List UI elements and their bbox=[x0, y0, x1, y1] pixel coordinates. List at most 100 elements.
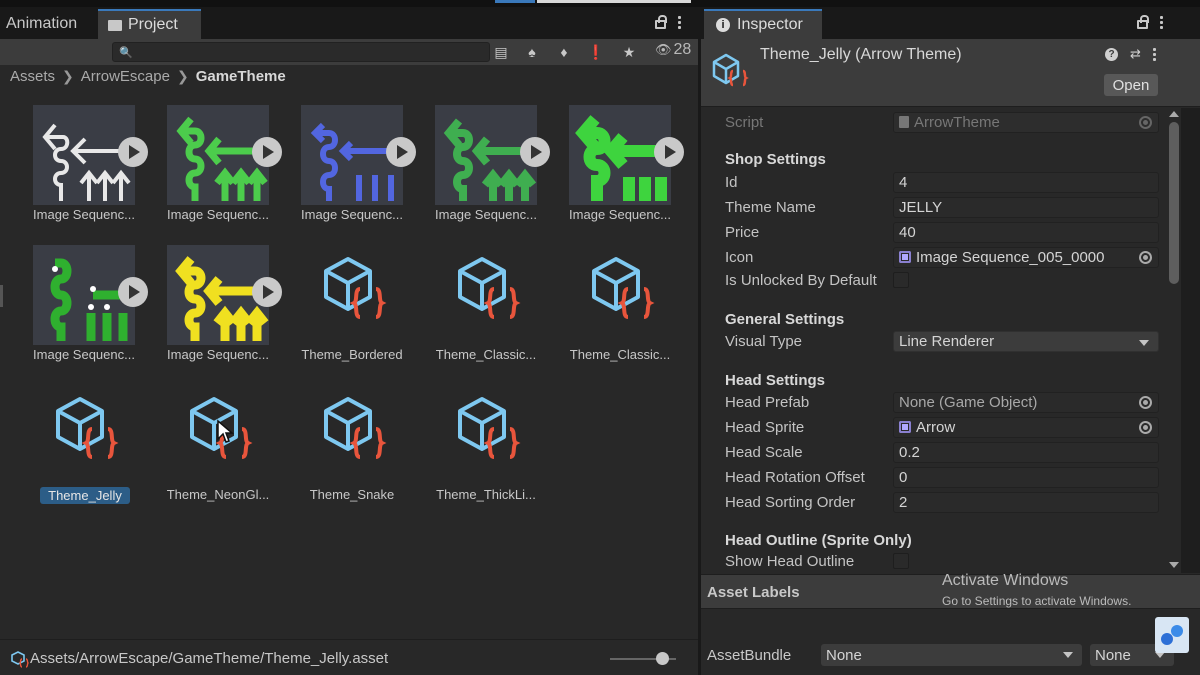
head-rotation-field[interactable]: 0 bbox=[893, 466, 1159, 488]
asset-item[interactable]: Theme_Jelly bbox=[0, 377, 134, 504]
id-label: Id bbox=[725, 173, 738, 191]
show-outline-label: Show Head Outline bbox=[725, 552, 855, 570]
asset-item[interactable]: Theme_NeonGl... bbox=[134, 377, 269, 502]
unlocked-checkbox[interactable] bbox=[893, 272, 909, 288]
asset-bundle-variant-value: None bbox=[1095, 646, 1131, 664]
eye-icon: 👁 bbox=[655, 42, 672, 57]
asset-grid: Image Sequenc... Image Sequenc... Image … bbox=[0, 97, 698, 637]
asset-item[interactable]: Theme_Bordered bbox=[268, 237, 403, 362]
breadcrumb-gametheme[interactable]: GameTheme bbox=[196, 68, 286, 85]
head-sprite-value: Arrow bbox=[916, 418, 956, 436]
inspector-properties: Script ArrowTheme Shop Settings Id 4 The… bbox=[701, 108, 1167, 573]
favorite-icon[interactable]: ★ bbox=[616, 42, 642, 62]
head-sprite-field[interactable]: Arrow bbox=[893, 416, 1159, 438]
asset-bundle-dropdown[interactable]: None bbox=[821, 644, 1082, 666]
head-scale-label: Head Scale bbox=[725, 443, 803, 461]
asset-item[interactable]: Image Sequenc... bbox=[134, 97, 282, 222]
zoom-slider[interactable] bbox=[610, 652, 676, 665]
visual-type-dropdown[interactable]: Line Renderer bbox=[893, 330, 1159, 352]
sprite-icon bbox=[899, 421, 911, 433]
icon-value: Image Sequence_005_0000 bbox=[916, 248, 1105, 266]
breadcrumb: Assets ❯ ArrowEscape ❯ GameTheme bbox=[10, 68, 286, 85]
visible-count[interactable]: 👁 28 bbox=[655, 41, 691, 59]
theme-name-field[interactable]: JELLY bbox=[893, 196, 1159, 218]
chevron-right-icon: ❯ bbox=[62, 68, 74, 84]
id-row: Id 4 bbox=[725, 171, 1165, 193]
asset-item[interactable]: Image Sequenc... bbox=[134, 237, 282, 362]
open-button[interactable]: Open bbox=[1104, 74, 1158, 96]
object-picker-icon[interactable] bbox=[1139, 395, 1152, 409]
head-sprite-label: Head Sprite bbox=[725, 418, 805, 436]
more-options-icon[interactable] bbox=[1152, 47, 1156, 61]
presets-icon[interactable]: ⇄ bbox=[1130, 46, 1141, 62]
left-edge-handle bbox=[0, 285, 3, 307]
asset-item[interactable]: Image Sequenc... bbox=[0, 237, 148, 362]
tab-inspector-label: Inspector bbox=[737, 16, 803, 33]
asset-labels-title: Asset Labels bbox=[707, 584, 800, 601]
tab-project[interactable]: Project bbox=[98, 9, 201, 39]
visible-count-value: 28 bbox=[673, 41, 692, 58]
script-label: Script bbox=[725, 113, 764, 131]
asset-label: Theme_ThickLi... bbox=[436, 487, 536, 502]
play-icon[interactable] bbox=[654, 137, 684, 167]
object-picker-icon[interactable] bbox=[1139, 420, 1152, 434]
head-prefab-field[interactable]: None (Game Object) bbox=[893, 391, 1159, 413]
more-options-icon[interactable] bbox=[1160, 15, 1163, 29]
tab-animation-label: Animation bbox=[6, 15, 78, 32]
app-badge-icon bbox=[1155, 617, 1189, 653]
icon-field[interactable]: Image Sequence_005_0000 bbox=[893, 246, 1159, 268]
asset-item[interactable]: Image Sequenc... bbox=[536, 97, 684, 222]
search-input[interactable]: 🔍 bbox=[112, 42, 490, 62]
unlocked-label: Is Unlocked By Default bbox=[725, 271, 877, 289]
filter-by-type-icon[interactable]: ♠ bbox=[519, 42, 545, 62]
toolbar-accent bbox=[495, 0, 535, 3]
head-prefab-label: Head Prefab bbox=[725, 393, 810, 411]
asset-item[interactable]: Image Sequenc... bbox=[0, 97, 148, 222]
more-options-icon[interactable] bbox=[678, 15, 681, 29]
price-label: Price bbox=[725, 223, 760, 241]
asset-item[interactable]: Theme_Classic... bbox=[402, 237, 536, 362]
scrollbar-thumb[interactable] bbox=[1169, 122, 1179, 284]
asset-item[interactable]: Image Sequenc... bbox=[402, 97, 550, 222]
zoom-slider-handle[interactable] bbox=[656, 652, 669, 665]
toolbar-highlight bbox=[537, 0, 691, 3]
lock-icon[interactable] bbox=[1137, 14, 1149, 29]
breadcrumb-assets[interactable]: Assets bbox=[10, 68, 55, 85]
inspector-scrollbar[interactable] bbox=[1167, 108, 1181, 573]
folder-icon bbox=[108, 19, 122, 31]
warning-filter-icon[interactable]: ❗ bbox=[583, 42, 609, 62]
search-by-type-icon[interactable]: ▤ bbox=[488, 42, 514, 62]
price-field[interactable]: 40 bbox=[893, 221, 1159, 243]
object-picker-icon[interactable] bbox=[1139, 250, 1152, 264]
id-field[interactable]: 4 bbox=[893, 171, 1159, 193]
head-scale-field[interactable]: 0.2 bbox=[893, 441, 1159, 463]
asset-bundle-area: AssetBundle None None bbox=[701, 610, 1200, 675]
header-icons: ? ⇄ bbox=[1105, 46, 1156, 62]
filter-by-label-icon[interactable]: ♦ bbox=[551, 42, 577, 62]
head-sorting-row: Head Sorting Order 2 bbox=[725, 491, 1165, 513]
visual-type-label: Visual Type bbox=[725, 332, 802, 350]
breadcrumb-arrowescape[interactable]: ArrowEscape bbox=[81, 68, 170, 85]
head-sprite-row: Head Sprite Arrow bbox=[725, 416, 1165, 438]
tab-inspector[interactable]: i Inspector bbox=[704, 9, 822, 39]
lock-icon[interactable] bbox=[655, 14, 667, 29]
head-sorting-field[interactable]: 2 bbox=[893, 491, 1159, 513]
inspector-tabbar: i Inspector bbox=[701, 7, 1200, 39]
help-icon[interactable]: ? bbox=[1105, 47, 1118, 61]
scriptable-object-icon bbox=[712, 53, 749, 87]
tab-animation[interactable]: Animation bbox=[0, 9, 87, 39]
inspector-title: Theme_Jelly (Arrow Theme) bbox=[760, 46, 962, 63]
scroll-up-icon[interactable] bbox=[1169, 111, 1179, 117]
asset-item[interactable]: Theme_ThickLi... bbox=[402, 377, 536, 502]
asset-item[interactable]: Theme_Snake bbox=[268, 377, 402, 502]
show-outline-checkbox[interactable] bbox=[893, 553, 909, 569]
asset-item[interactable]: Theme_Classic... bbox=[536, 237, 670, 362]
head-prefab-value: None (Game Object) bbox=[899, 393, 1038, 411]
head-prefab-row: Head Prefab None (Game Object) bbox=[725, 391, 1165, 413]
asset-bundle-value: None bbox=[826, 646, 862, 664]
asset-item[interactable]: Image Sequenc... bbox=[268, 97, 416, 222]
asset-label: Image Sequenc... bbox=[569, 207, 671, 222]
price-row: Price 40 bbox=[725, 221, 1165, 243]
inspector-header: Theme_Jelly (Arrow Theme) ? ⇄ Open bbox=[701, 39, 1200, 107]
scroll-down-icon[interactable] bbox=[1169, 562, 1179, 568]
